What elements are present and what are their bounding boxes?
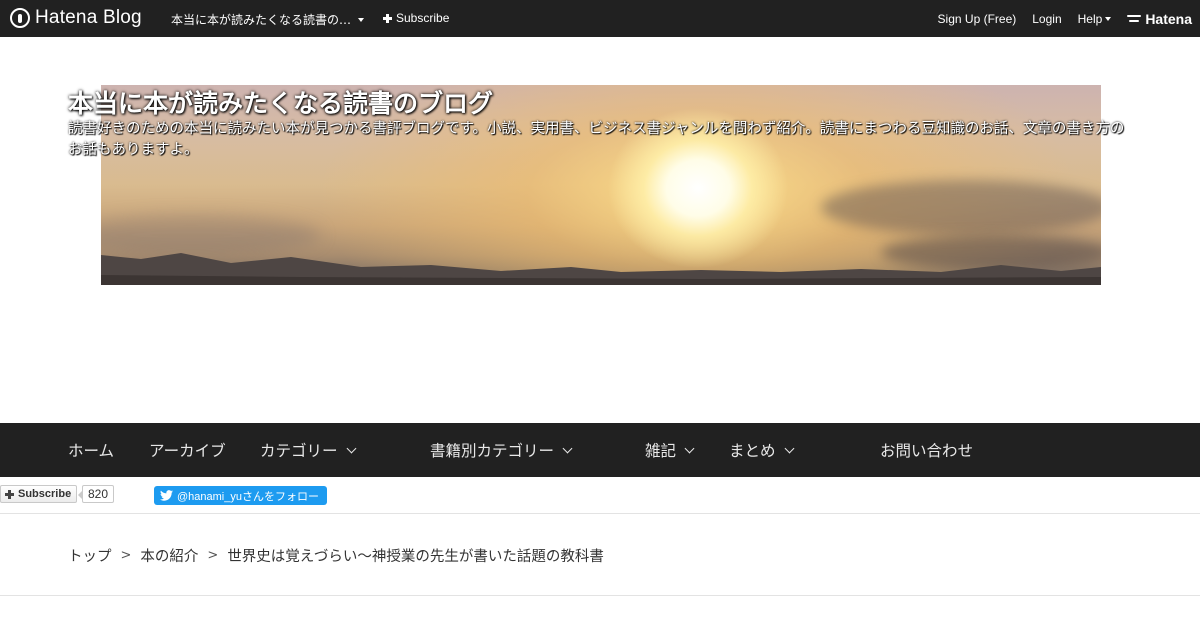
global-nav: ホーム アーカイブ カテゴリー 書籍別カテゴリー 雑記 まとめ お問い合わせ xyxy=(0,423,1200,477)
nav-item-archive[interactable]: アーカイブ xyxy=(149,423,226,477)
caret-down-icon xyxy=(358,17,365,22)
help-dropdown[interactable]: Help xyxy=(1078,12,1112,26)
twitter-follow-label: @hanami_yuさんをフォロー xyxy=(177,490,319,503)
hatena-logo-text: Hatena xyxy=(1145,10,1192,27)
nav-item-label: アーカイブ xyxy=(149,442,226,460)
hatena-blog-logo[interactable]: Hatena Blog xyxy=(10,7,142,29)
chevron-down-icon xyxy=(784,443,794,453)
nav-item-label: まとめ xyxy=(729,442,776,460)
breadcrumb-separator: > xyxy=(120,548,132,563)
login-link[interactable]: Login xyxy=(1032,12,1061,26)
banner-cloud xyxy=(821,180,1101,235)
topbar-subscribe-button[interactable]: Subscribe xyxy=(383,11,449,25)
breadcrumb-item-top[interactable]: トップ xyxy=(68,545,112,566)
blog-name-label: 本当に本が読みたくなる読書の… xyxy=(171,13,352,27)
signup-link[interactable]: Sign Up (Free) xyxy=(938,12,1017,26)
nav-item-category[interactable]: カテゴリー xyxy=(260,423,356,477)
subscriber-count[interactable]: 820 xyxy=(78,485,114,503)
banner-mountains xyxy=(101,253,1101,285)
caret-down-icon xyxy=(1105,16,1112,21)
blog-name-dropdown[interactable]: 本当に本が読みたくなる読書の… xyxy=(171,11,365,28)
breadcrumb-separator: > xyxy=(207,548,219,563)
hatena-global-header: Hatena Blog 本当に本が読みたくなる読書の… Subscribe Si… xyxy=(0,0,1200,37)
topbar-subscribe-label: Subscribe xyxy=(396,11,450,25)
nav-item-label: お問い合わせ xyxy=(880,442,974,460)
hatena-mark-icon xyxy=(1127,14,1142,24)
breadcrumb-item-book-intro[interactable]: 本の紹介 xyxy=(140,545,198,566)
plus-icon xyxy=(383,13,392,23)
divider xyxy=(0,595,1200,596)
hatena-blog-logo-icon xyxy=(10,8,30,28)
breadcrumb-current: 世界史は覚えづらい〜神授業の先生が書いた話題の教科書 xyxy=(227,549,604,565)
breadcrumb: トップ > 本の紹介 > 世界史は覚えづらい〜神授業の先生が書いた話題の教科書 xyxy=(68,545,604,566)
nav-item-label: ホーム xyxy=(68,442,115,460)
nav-item-summary[interactable]: まとめ xyxy=(729,423,794,477)
topbar-right-menu: Sign Up (Free) Login Help Hatena xyxy=(922,0,1200,37)
subscribe-button[interactable]: Subscribe xyxy=(0,485,78,503)
nav-item-misc[interactable]: 雑記 xyxy=(645,423,695,477)
divider xyxy=(0,513,1200,514)
plus-icon xyxy=(5,489,14,499)
nav-item-home[interactable]: ホーム xyxy=(68,423,114,477)
twitter-bird-icon xyxy=(160,490,173,501)
twitter-follow-button[interactable]: @hanami_yuさんをフォロー xyxy=(154,486,327,505)
nav-item-label: カテゴリー xyxy=(260,442,338,460)
chevron-down-icon xyxy=(684,443,695,453)
chevron-down-icon xyxy=(562,443,573,453)
hatena-logo[interactable]: Hatena xyxy=(1127,11,1192,27)
nav-item-contact[interactable]: お問い合わせ xyxy=(880,423,973,477)
blog-description: 読書好きのための本当に読みたい本が見つかる書評ブログです。小説、実用書、ビジネス… xyxy=(68,121,1125,158)
subscribe-label: Subscribe xyxy=(18,488,72,500)
nav-item-label: 雑記 xyxy=(645,442,677,460)
nav-item-label: 書籍別カテゴリー xyxy=(430,442,555,460)
nav-item-book-category[interactable]: 書籍別カテゴリー xyxy=(430,423,573,477)
help-label: Help xyxy=(1077,11,1103,26)
chevron-down-icon xyxy=(346,443,356,453)
hatena-blog-logo-text: Hatena Blog xyxy=(35,7,142,28)
blog-title[interactable]: 本当に本が読みたくなる読書のブログ xyxy=(68,84,493,120)
